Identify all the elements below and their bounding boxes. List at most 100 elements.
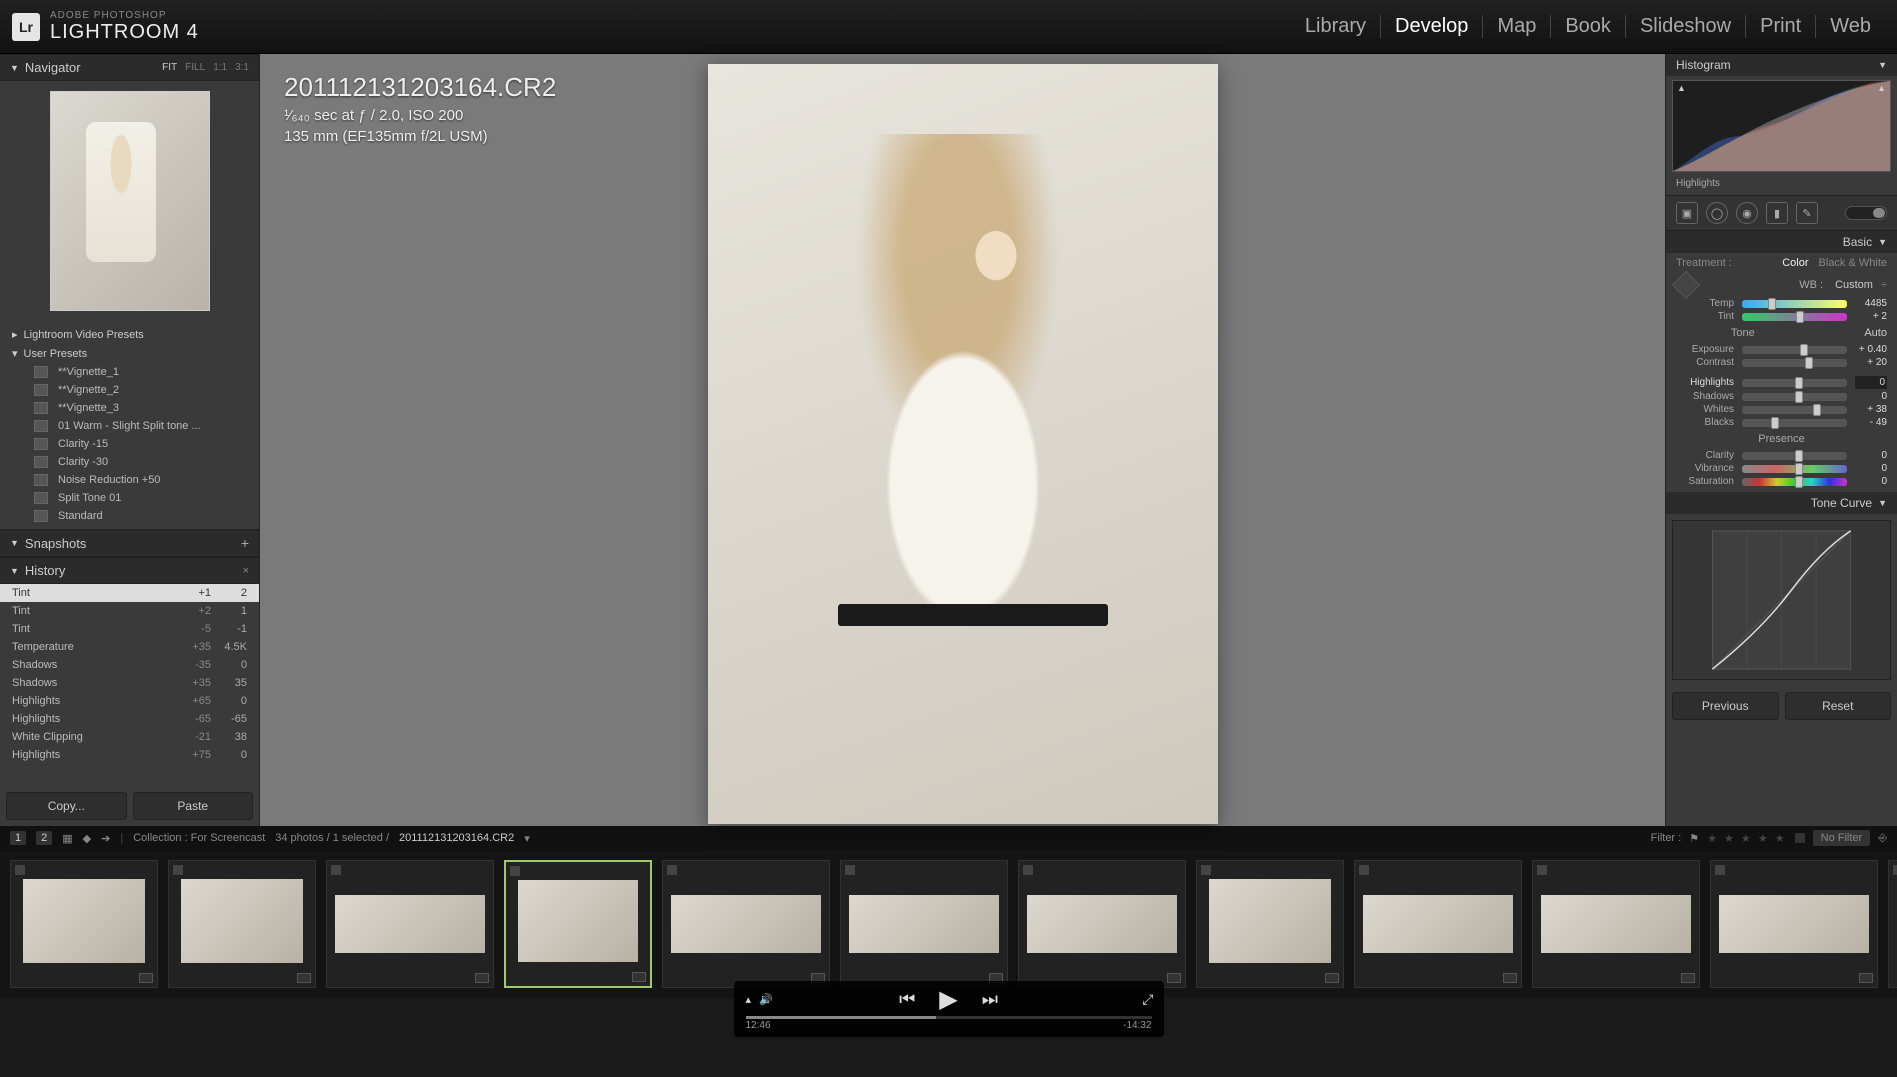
slider-blacks[interactable]: Blacks- 49: [1666, 416, 1897, 429]
loupe-view[interactable]: 201112131203164.CR2 ¹⁄₆₄₀ sec at ƒ / 2.0…: [260, 54, 1665, 826]
view-mode-2[interactable]: 2: [36, 831, 52, 845]
next-photo-icon[interactable]: ➔: [101, 832, 110, 845]
history-entry[interactable]: Tint+21: [0, 602, 259, 620]
flag-filter-icon[interactable]: ⚑: [1689, 832, 1699, 845]
history-entry[interactable]: Highlights+750: [0, 746, 259, 764]
basic-header[interactable]: Basic ▼: [1666, 231, 1897, 253]
preset-item[interactable]: **Vignette_3: [0, 399, 259, 417]
history-entry[interactable]: Temperature+354.5K: [0, 638, 259, 656]
tone-curve-editor[interactable]: [1672, 520, 1891, 680]
grad-filter-icon[interactable]: ▮: [1766, 202, 1788, 224]
history-entry[interactable]: Highlights+650: [0, 692, 259, 710]
navigator-preview[interactable]: [50, 91, 210, 311]
previous-button[interactable]: Previous: [1672, 692, 1779, 720]
module-map[interactable]: Map: [1482, 15, 1550, 38]
grid-icon[interactable]: ▦: [62, 832, 72, 845]
zoom-fit[interactable]: FIT: [162, 62, 177, 73]
module-develop[interactable]: Develop: [1380, 15, 1482, 38]
filmstrip[interactable]: [0, 850, 1897, 998]
filmstrip-thumb[interactable]: [662, 860, 830, 988]
tonecurve-header[interactable]: Tone Curve ▼: [1666, 492, 1897, 514]
star-filter[interactable]: ★ ★ ★ ★ ★: [1707, 832, 1787, 845]
chevron-down-icon[interactable]: ▾: [524, 832, 530, 845]
module-book[interactable]: Book: [1550, 15, 1625, 38]
zoom-3to1[interactable]: 3:1: [235, 62, 249, 73]
filmstrip-thumb[interactable]: [1532, 860, 1700, 988]
airplay-icon[interactable]: ▴: [746, 993, 752, 1006]
filter-lock-icon[interactable]: ⎆: [1878, 832, 1887, 845]
preset-item[interactable]: Split Tone 01: [0, 489, 259, 507]
panel-switch[interactable]: [1845, 206, 1887, 220]
history-entry[interactable]: Shadows+3535: [0, 674, 259, 692]
module-print[interactable]: Print: [1745, 15, 1815, 38]
preset-item[interactable]: Noise Reduction +50: [0, 471, 259, 489]
forward-button[interactable]: ⏭: [982, 989, 998, 1010]
spot-tool-icon[interactable]: ◯: [1706, 202, 1728, 224]
snapshots-header[interactable]: ▼ Snapshots +: [0, 529, 259, 557]
slider-exposure[interactable]: Exposure+ 0.40: [1666, 343, 1897, 356]
histogram-view[interactable]: ▲▲: [1672, 80, 1891, 172]
slider-saturation[interactable]: Saturation0: [1666, 475, 1897, 488]
zoom-fill[interactable]: FILL: [185, 62, 205, 73]
preset-item[interactable]: 01 Warm - Slight Split tone ...: [0, 417, 259, 435]
redeye-tool-icon[interactable]: ◉: [1736, 202, 1758, 224]
history-entry[interactable]: Shadows-350: [0, 656, 259, 674]
preset-item[interactable]: Clarity -15: [0, 435, 259, 453]
filmstrip-thumb[interactable]: [168, 860, 316, 988]
dropdown-icon[interactable]: ÷: [1881, 279, 1887, 291]
selected-file-label[interactable]: 201112131203164.CR2: [399, 832, 514, 844]
prev-photo-icon[interactable]: ◆: [83, 832, 91, 845]
preset-item[interactable]: **Vignette_2: [0, 381, 259, 399]
play-button[interactable]: ▶: [939, 985, 957, 1014]
color-filter-red[interactable]: [1795, 833, 1805, 843]
crop-tool-icon[interactable]: ▣: [1676, 202, 1698, 224]
preset-folder-user[interactable]: ▾User Presets: [0, 344, 259, 363]
slider-vibrance[interactable]: Vibrance0: [1666, 462, 1897, 475]
history-header[interactable]: ▼ History ×: [0, 557, 259, 584]
wb-dropdown[interactable]: Custom: [1835, 279, 1873, 291]
brush-tool-icon[interactable]: ✎: [1796, 202, 1818, 224]
add-snapshot-icon[interactable]: +: [241, 535, 249, 551]
auto-tone-button[interactable]: Auto: [1864, 327, 1887, 339]
filmstrip-thumb[interactable]: [1888, 860, 1897, 988]
slider-clarity[interactable]: Clarity0: [1666, 449, 1897, 462]
history-entry[interactable]: White Clipping-2138: [0, 728, 259, 746]
paste-button[interactable]: Paste: [133, 792, 254, 820]
filmstrip-thumb[interactable]: [1018, 860, 1186, 988]
slider-contrast[interactable]: Contrast+ 20: [1666, 356, 1897, 369]
filmstrip-thumb[interactable]: [840, 860, 1008, 988]
slider-shadows[interactable]: Shadows0: [1666, 390, 1897, 403]
history-entry[interactable]: Tint+12: [0, 584, 259, 602]
history-entry[interactable]: Highlights-65-65: [0, 710, 259, 728]
module-web[interactable]: Web: [1815, 15, 1885, 38]
white-balance-picker-icon[interactable]: [1672, 271, 1700, 299]
filter-preset-dropdown[interactable]: No Filter: [1813, 830, 1871, 846]
history-entry[interactable]: Tint-5-1: [0, 620, 259, 638]
navigator-zoom-modes[interactable]: FIT FILL 1:1 3:1: [162, 62, 249, 73]
preset-folder-video[interactable]: ▸Lightroom Video Presets: [0, 325, 259, 344]
copy-button[interactable]: Copy...: [6, 792, 127, 820]
treatment-bw[interactable]: Black & White: [1819, 257, 1887, 269]
module-slideshow[interactable]: Slideshow: [1625, 15, 1745, 38]
slider-tint[interactable]: Tint+ 2: [1666, 310, 1897, 323]
fullscreen-button[interactable]: ⤢: [1142, 991, 1153, 1008]
video-scrubber[interactable]: [746, 1016, 1152, 1019]
histogram-header[interactable]: Histogram▼: [1666, 54, 1897, 76]
preset-item[interactable]: Standard: [0, 507, 259, 525]
filmstrip-thumb[interactable]: [1710, 860, 1878, 988]
black-clip-indicator[interactable]: ▲: [1677, 83, 1686, 93]
slider-whites[interactable]: Whites+ 38: [1666, 403, 1897, 416]
filmstrip-thumb[interactable]: [504, 860, 652, 988]
filmstrip-thumb[interactable]: [326, 860, 494, 988]
filmstrip-thumb[interactable]: [1354, 860, 1522, 988]
treatment-color[interactable]: Color: [1782, 257, 1808, 269]
navigator-header[interactable]: ▼ Navigator FIT FILL 1:1 3:1: [0, 54, 259, 81]
filmstrip-thumb[interactable]: [1196, 860, 1344, 988]
view-mode-1[interactable]: 1: [10, 831, 26, 845]
filmstrip-thumb[interactable]: [10, 860, 158, 988]
preset-item[interactable]: **Vignette_1: [0, 363, 259, 381]
clear-history-icon[interactable]: ×: [243, 565, 249, 577]
slider-highlights[interactable]: Highlights0: [1666, 375, 1897, 390]
slider-temp[interactable]: Temp4485: [1666, 297, 1897, 310]
main-image[interactable]: [708, 64, 1218, 824]
